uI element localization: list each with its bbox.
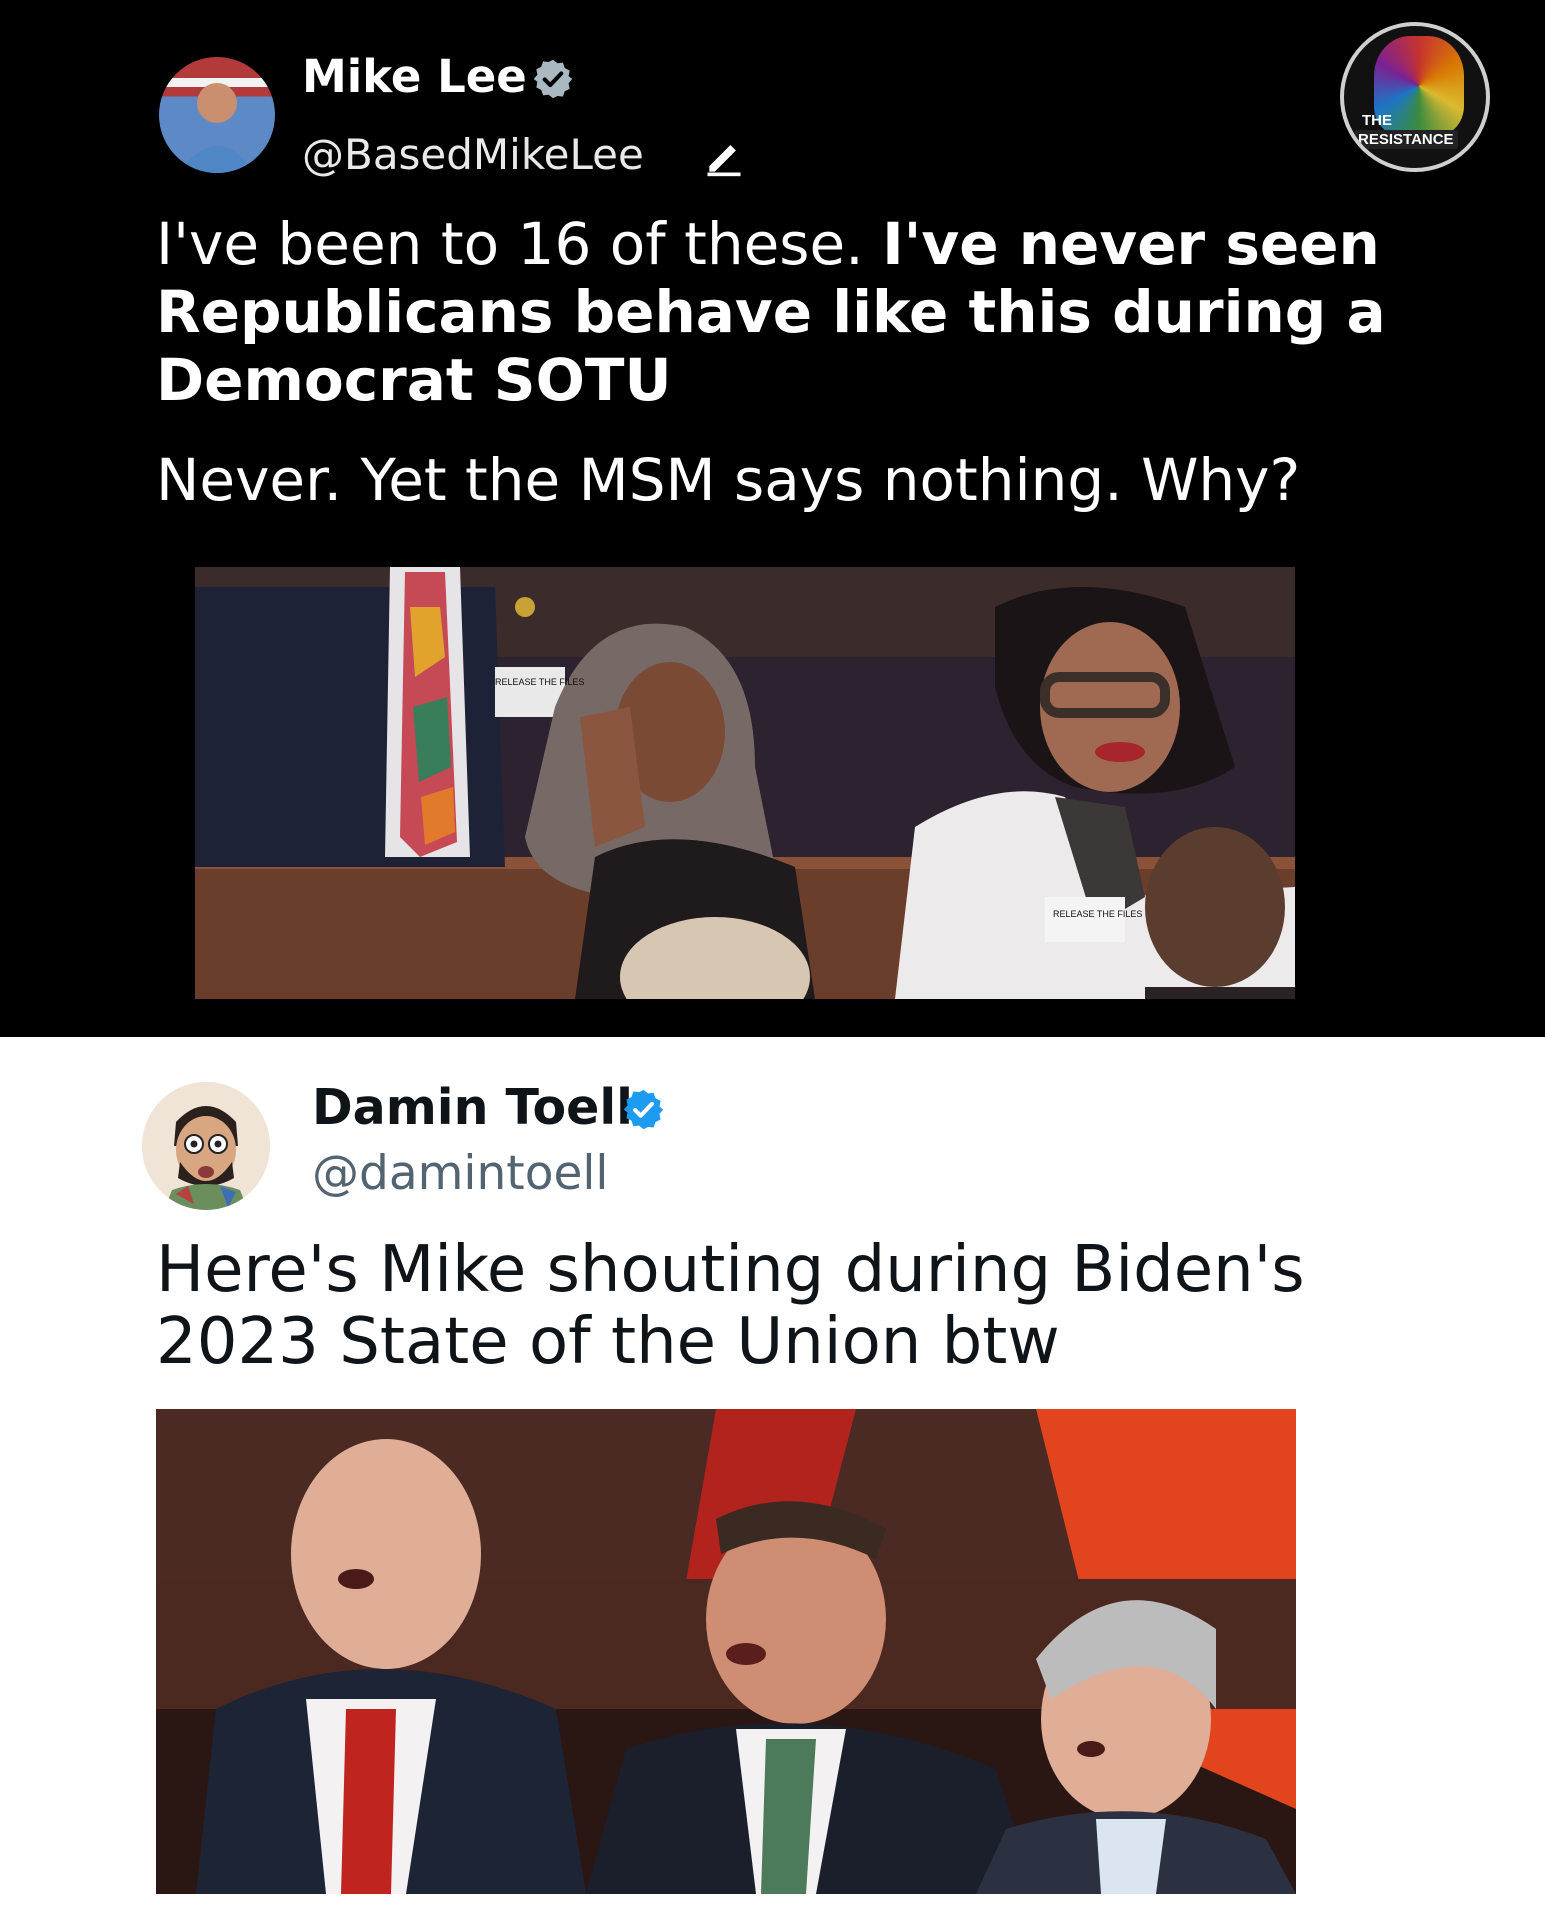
photo-sign-right: RELEASE THE FILES [1053, 909, 1142, 919]
pencil-icon [707, 145, 741, 177]
logo-text-the: THE [1362, 112, 1392, 129]
tweet-text-line-2: 2023 State of the Union btw [156, 1305, 1060, 1379]
verified-badge-icon [623, 1089, 664, 1130]
the-resistance-logo: THE RESISTANCE [1340, 22, 1490, 172]
tweet-text-regular: I've been to 16 of these. [156, 210, 883, 278]
author-handle[interactable]: @BasedMikeLee [302, 130, 644, 179]
verified-badge-icon [533, 59, 573, 99]
avatar-mike-lee[interactable] [159, 57, 275, 173]
tweet-photo-senators[interactable] [156, 1409, 1296, 1894]
tweet-photo-chamber[interactable]: RELEASE THE FILES RELEASE THE FILES [195, 567, 1295, 999]
tweet-text-line-4: Never. Yet the MSM says nothing. Why? [156, 446, 1301, 514]
tweet-text-bold: I've never seen [882, 210, 1380, 278]
tweet-text-line-3: Democrat SOTU [156, 346, 672, 414]
avatar-mike-lee-portrait [179, 83, 255, 173]
photo-illustration: RELEASE THE FILES RELEASE THE FILES [195, 567, 1295, 999]
logo-text-resistance: RESISTANCE [1354, 130, 1458, 149]
photo-illustration [156, 1409, 1296, 1894]
tweet-text-line-2: Republicans behave like this during a [156, 278, 1386, 346]
author-name[interactable]: Damin Toell [312, 1079, 633, 1136]
tweet-text-line-1: I've been to 16 of these. I've never see… [156, 210, 1380, 278]
avatar-damin-toell-cartoon [142, 1082, 270, 1210]
author-handle[interactable]: @damintoell [312, 1146, 608, 1201]
photo-sign-left: RELEASE THE FILES [495, 677, 584, 687]
author-name[interactable]: Mike Lee [302, 50, 527, 103]
avatar-damin-toell[interactable] [142, 1082, 270, 1210]
tweet-text-line-1: Here's Mike shouting during Biden's [156, 1233, 1305, 1307]
